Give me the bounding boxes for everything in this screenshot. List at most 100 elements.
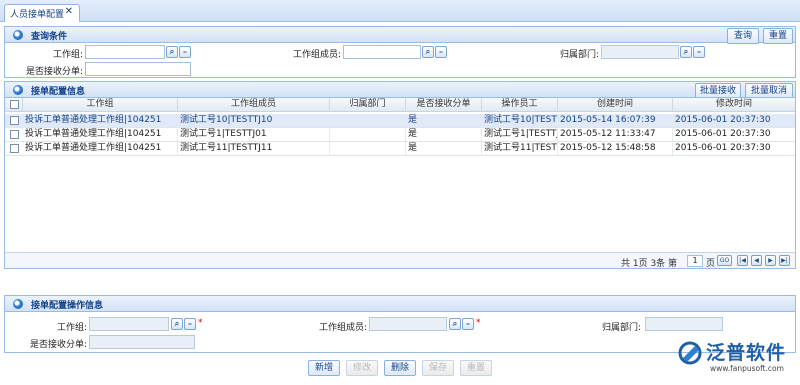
pager: 共 1页 3条 第 1 页 GO |◀ ◀ ▶ ▶| (5, 252, 795, 269)
query-panel: 查询条件 查询 重置 工作组: ⌕ – 工作组成员: ⌕ – 归属部门: ⌕ –… (4, 26, 796, 78)
clear-icon[interactable]: – (435, 46, 447, 58)
cell-accept: 是 (406, 142, 482, 155)
go-button[interactable]: GO (717, 255, 732, 266)
row-checkbox[interactable] (10, 116, 19, 125)
op-accept-input[interactable] (89, 335, 195, 349)
query-group-label: 工作组: (52, 50, 83, 60)
select-all-checkbox[interactable] (10, 100, 19, 109)
first-page-icon[interactable]: |◀ (737, 255, 748, 266)
last-page-icon[interactable]: ▶| (779, 255, 790, 266)
op-member-label: 工作组成员: (318, 323, 367, 333)
logo-url-text: www.fanpusoft.com (710, 364, 784, 373)
logo-brand-text: 泛普软件 (706, 342, 787, 364)
cell-accept: 是 (406, 114, 482, 127)
edit-button[interactable]: 修改 (346, 360, 378, 376)
cell-group: 投诉工单普通处理工作组|104251 (23, 128, 178, 141)
cell-member: 测试工号11|TESTTJ11 (178, 142, 330, 155)
search-icon[interactable]: ⌕ (422, 46, 434, 58)
prev-page-icon[interactable]: ◀ (751, 255, 762, 266)
search-icon[interactable]: ⌕ (171, 318, 183, 330)
clear-icon[interactable]: – (179, 46, 191, 58)
cell-created: 2015-05-14 16:07:39 (558, 114, 673, 127)
collapse-icon[interactable] (13, 85, 23, 95)
clear-icon[interactable]: – (462, 318, 474, 330)
cell-created: 2015-05-12 11:33:47 (558, 128, 673, 141)
col-header-group[interactable]: 工作组 (23, 98, 178, 112)
select-all-cell (5, 98, 23, 112)
query-panel-title: 查询条件 (31, 32, 68, 42)
cell-dept (330, 114, 406, 127)
query-member-label: 工作组成员: (292, 50, 341, 60)
reset-button[interactable]: 重置 (460, 360, 492, 376)
op-group-label: 工作组: (56, 323, 87, 333)
cell-group: 投诉工单普通处理工作组|104251 (23, 142, 178, 155)
cell-modified: 2015-06-01 20:37:30 (675, 143, 771, 153)
close-icon[interactable]: ✕ (65, 6, 73, 17)
search-icon[interactable]: ⌕ (166, 46, 178, 58)
query-dept-input[interactable] (601, 45, 679, 59)
config-panel-header: 接单配置信息 (5, 82, 795, 98)
required-mark: * (476, 318, 481, 328)
query-accept-input[interactable] (85, 62, 191, 76)
row-checkbox[interactable] (10, 130, 19, 139)
col-header-operator[interactable]: 操作员工 (482, 98, 558, 112)
cell-modified: 2015-06-01 20:37:30 (675, 129, 771, 139)
clear-icon[interactable]: – (693, 46, 705, 58)
cell-accept: 是 (406, 128, 482, 141)
col-header-dept[interactable]: 归属部门 (330, 98, 406, 112)
tab-title: 人员接单配置 (10, 10, 65, 20)
logo-mark-icon (678, 341, 702, 365)
table-row[interactable]: 投诉工单普通处理工作组|104251 测试工号1|TESTTJ01 是 测试工号… (5, 128, 795, 142)
table-row[interactable]: 投诉工单普通处理工作组|104251 测试工号11|TESTTJ11 是 测试工… (5, 142, 795, 156)
cell-dept (330, 142, 406, 155)
add-button[interactable]: 新增 (308, 360, 340, 376)
cell-member: 测试工号1|TESTTJ01 (178, 128, 330, 141)
op-member-input[interactable] (369, 317, 447, 331)
tab-person-order-config[interactable]: 人员接单配置 ✕ (4, 4, 80, 22)
cell-dept (330, 128, 406, 141)
query-panel-header: 查询条件 (5, 27, 795, 43)
search-icon[interactable]: ⌕ (449, 318, 461, 330)
next-page-icon[interactable]: ▶ (765, 255, 776, 266)
cell-operator: 测试工号10|TESTT (484, 114, 558, 127)
cell-created: 2015-05-12 15:48:58 (558, 142, 673, 155)
pager-page-suffix: 页 (706, 259, 716, 269)
col-header-accept[interactable]: 是否接收分单 (406, 98, 482, 112)
clear-icon[interactable]: – (184, 318, 196, 330)
col-header-created[interactable]: 创建时间 (558, 98, 673, 112)
query-member-input[interactable] (343, 45, 421, 59)
config-table: 工作组 工作组成员 归属部门 是否接收分单 操作员工 创建时间 修改时间 投诉工… (4, 97, 796, 269)
query-dept-label: 归属部门: (559, 50, 599, 60)
reset-query-button[interactable]: 重置 (763, 28, 793, 44)
table-header: 工作组 工作组成员 归属部门 是否接收分单 操作员工 创建时间 修改时间 (5, 98, 795, 112)
pager-total: 共 1页 3条 第 (621, 259, 678, 269)
op-dept-label: 归属部门: (601, 323, 641, 333)
cell-group: 投诉工单普通处理工作组|104251 (23, 114, 178, 127)
config-panel-title: 接单配置信息 (31, 87, 86, 97)
page-number-input[interactable]: 1 (687, 255, 703, 267)
collapse-icon[interactable] (13, 299, 23, 309)
tab-bar: 人员接单配置 ✕ (0, 0, 800, 22)
save-button[interactable]: 保存 (422, 360, 454, 376)
row-checkbox[interactable] (10, 144, 19, 153)
op-panel-title: 接单配置操作信息 (31, 301, 104, 311)
cell-operator: 测试工号1|TESTTJ (484, 128, 558, 141)
delete-button[interactable]: 删除 (384, 360, 416, 376)
col-header-member[interactable]: 工作组成员 (178, 98, 330, 112)
col-header-modified[interactable]: 修改时间 (673, 98, 795, 112)
table-row[interactable]: 投诉工单普通处理工作组|104251 测试工号10|TESTTJ10 是 测试工… (5, 114, 795, 128)
brand-logo: 泛普软件 www.fanpusoft.com (678, 336, 798, 378)
query-accept-label: 是否接收分单: (25, 67, 83, 77)
collapse-icon[interactable] (13, 30, 23, 40)
cell-operator: 测试工号11|TESTT (484, 142, 558, 155)
search-button[interactable]: 查询 (727, 28, 759, 44)
cell-member: 测试工号10|TESTTJ10 (178, 114, 330, 127)
op-accept-label: 是否接收分单: (29, 340, 87, 350)
op-group-input[interactable] (89, 317, 169, 331)
cell-modified: 2015-06-01 20:37:30 (675, 115, 771, 125)
query-group-input[interactable] (85, 45, 165, 59)
required-mark: * (198, 318, 203, 328)
op-panel-header: 接单配置操作信息 (5, 296, 795, 312)
op-dept-input[interactable] (645, 317, 723, 331)
search-icon[interactable]: ⌕ (680, 46, 692, 58)
